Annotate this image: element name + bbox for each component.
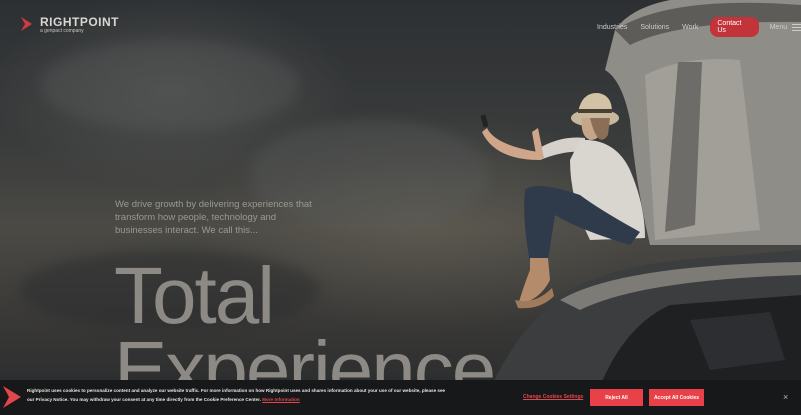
hamburger-menu-icon[interactable] — [792, 23, 801, 31]
reject-all-button[interactable]: Reject All — [590, 389, 643, 406]
contact-us-button[interactable]: Contact Us — [710, 17, 759, 37]
logo-wordmark: RIGHTPOINT — [40, 15, 119, 29]
chevron-logo-icon — [3, 386, 21, 408]
hero-headline-line1: Total — [114, 251, 275, 340]
logo-tagline: a genpact company — [40, 28, 84, 34]
main-nav: Industries Solutions Work Contact Us Men… — [597, 17, 801, 37]
more-information-link[interactable]: More Information — [262, 397, 300, 402]
hero-intro-text: We drive growth by delivering experience… — [115, 199, 312, 236]
close-icon[interactable]: × — [783, 392, 788, 402]
menu-label[interactable]: Menu — [770, 24, 788, 31]
cookie-notice-body: Rightpoint uses cookies to personalize c… — [27, 388, 446, 402]
nav-industries[interactable]: Industries — [597, 24, 627, 31]
rightpoint-logo[interactable]: RIGHTPOINT a genpact company — [20, 16, 119, 35]
cookie-notice-text: Rightpoint uses cookies to personalize c… — [27, 387, 447, 404]
chevron-logo-icon — [21, 17, 32, 31]
accept-all-cookies-button[interactable]: Accept All Cookies — [649, 389, 704, 406]
nav-work[interactable]: Work — [682, 24, 698, 31]
nav-solutions[interactable]: Solutions — [640, 24, 669, 31]
cloud-shape — [40, 40, 300, 130]
change-cookie-settings-link[interactable]: Change Cookies Settings — [523, 394, 583, 400]
